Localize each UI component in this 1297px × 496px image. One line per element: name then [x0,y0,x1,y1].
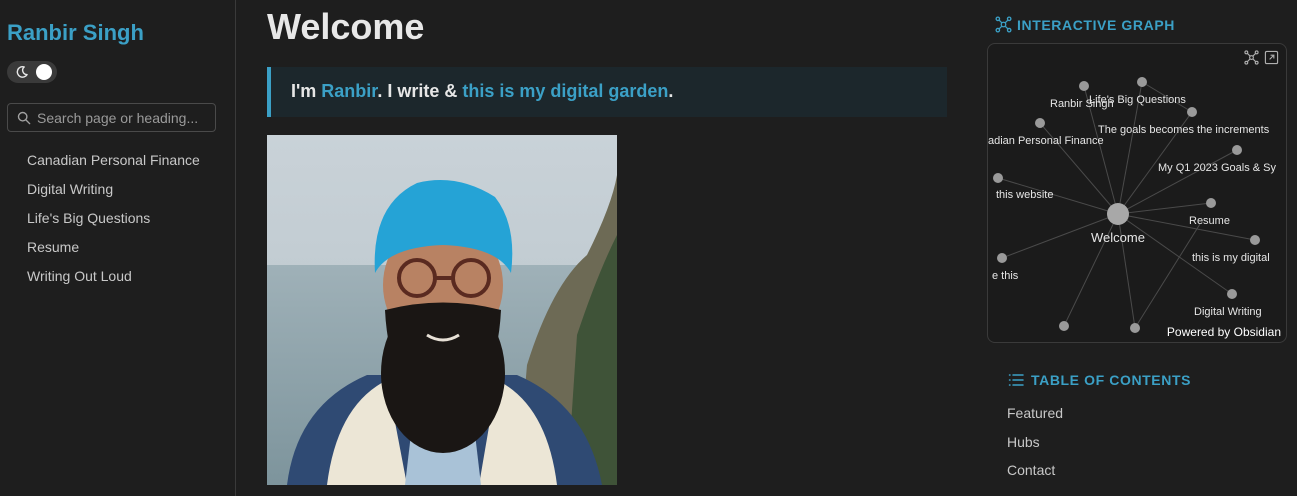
global-graph-icon[interactable] [1244,50,1259,65]
graph-node [1206,198,1216,208]
powered-by-obsidian[interactable]: Powered by Obsidian [1167,325,1281,339]
graph-label: this website [996,189,1053,201]
digital-garden-link[interactable]: this is my digital garden [462,81,668,101]
graph-node [1137,77,1147,87]
graph-node [997,253,1007,263]
toggle-knob [36,64,52,80]
page-title: Welcome [267,6,425,47]
sidebar-item-writing-out-loud[interactable]: Writing Out Loud [27,267,200,296]
toc-item-contact[interactable]: Contact [1007,461,1063,490]
graph-edges [997,81,1256,329]
interactive-graph[interactable]: Welcome Ranbir Singh Life's Big Question… [987,43,1287,343]
graph-canvas[interactable]: Welcome Ranbir Singh Life's Big Question… [988,44,1287,343]
graph-node [1079,81,1089,91]
toc-item-featured[interactable]: Featured [1007,404,1063,433]
graph-edge [1117,202,1212,215]
sidebar-item-resume[interactable]: Resume [27,238,200,267]
graph-label: e this [992,270,1019,282]
main-content: Welcome I'm Ranbir. I write & this is my… [237,0,977,496]
ranbir-link[interactable]: Ranbir [321,81,377,101]
table-of-contents: Featured Hubs Contact [1007,404,1063,490]
graph-label: this is my digital [1192,252,1270,264]
list-icon [1008,374,1024,386]
sidebar-item-lifes-big-questions[interactable]: Life's Big Questions [27,209,200,238]
expand-icon[interactable] [1264,50,1279,65]
graph-node [1059,321,1069,331]
graph-section-label: INTERACTIVE GRAPH [1017,17,1175,33]
graph-node [1250,235,1260,245]
graph-node [1232,145,1242,155]
sidebar-item-digital-writing[interactable]: Digital Writing [27,180,200,209]
intro-middle: . I write & [377,81,463,101]
graph-node [993,173,1003,183]
graph-label: Digital Writing [1194,306,1262,318]
theme-toggle[interactable] [7,61,57,83]
graph-node [1035,118,1045,128]
toc-item-hubs[interactable]: Hubs [1007,433,1063,462]
graph-node [1130,323,1140,333]
graph-node-welcome [1107,203,1129,225]
search-box[interactable] [7,103,216,132]
site-title[interactable]: Ranbir Singh [7,20,144,46]
sidebar-item-canadian-personal-finance[interactable]: Canadian Personal Finance [27,151,200,180]
toc-section-label: TABLE OF CONTENTS [1031,372,1192,388]
graph-label: Resume [1189,215,1230,227]
graph-edge [1117,149,1238,215]
intro-prefix: I'm [291,81,322,101]
graph-label: The goals becomes the increments [1098,124,1270,136]
intro-text: I'm Ranbir. I write & this is my digital… [291,81,673,102]
search-input[interactable] [37,109,212,127]
sidebar-nav: Canadian Personal Finance Digital Writin… [27,151,200,296]
profile-photo [267,135,617,485]
graph-label-welcome: Welcome [1091,230,1145,245]
graph-node [1187,107,1197,117]
moon-icon [16,65,28,78]
left-sidebar: Ranbir Singh Canadian Personal Finance D… [0,0,236,496]
graph-icon [995,16,1012,33]
graph-label: My Q1 2023 Goals & Sy [1158,162,1276,174]
graph-label: Life's Big Questions [1089,94,1186,106]
graph-node [1227,289,1237,299]
intro-callout: I'm Ranbir. I write & this is my digital… [267,67,947,117]
search-icon [17,111,31,125]
graph-label: adian Personal Finance [988,135,1104,147]
intro-suffix: . [668,81,674,101]
